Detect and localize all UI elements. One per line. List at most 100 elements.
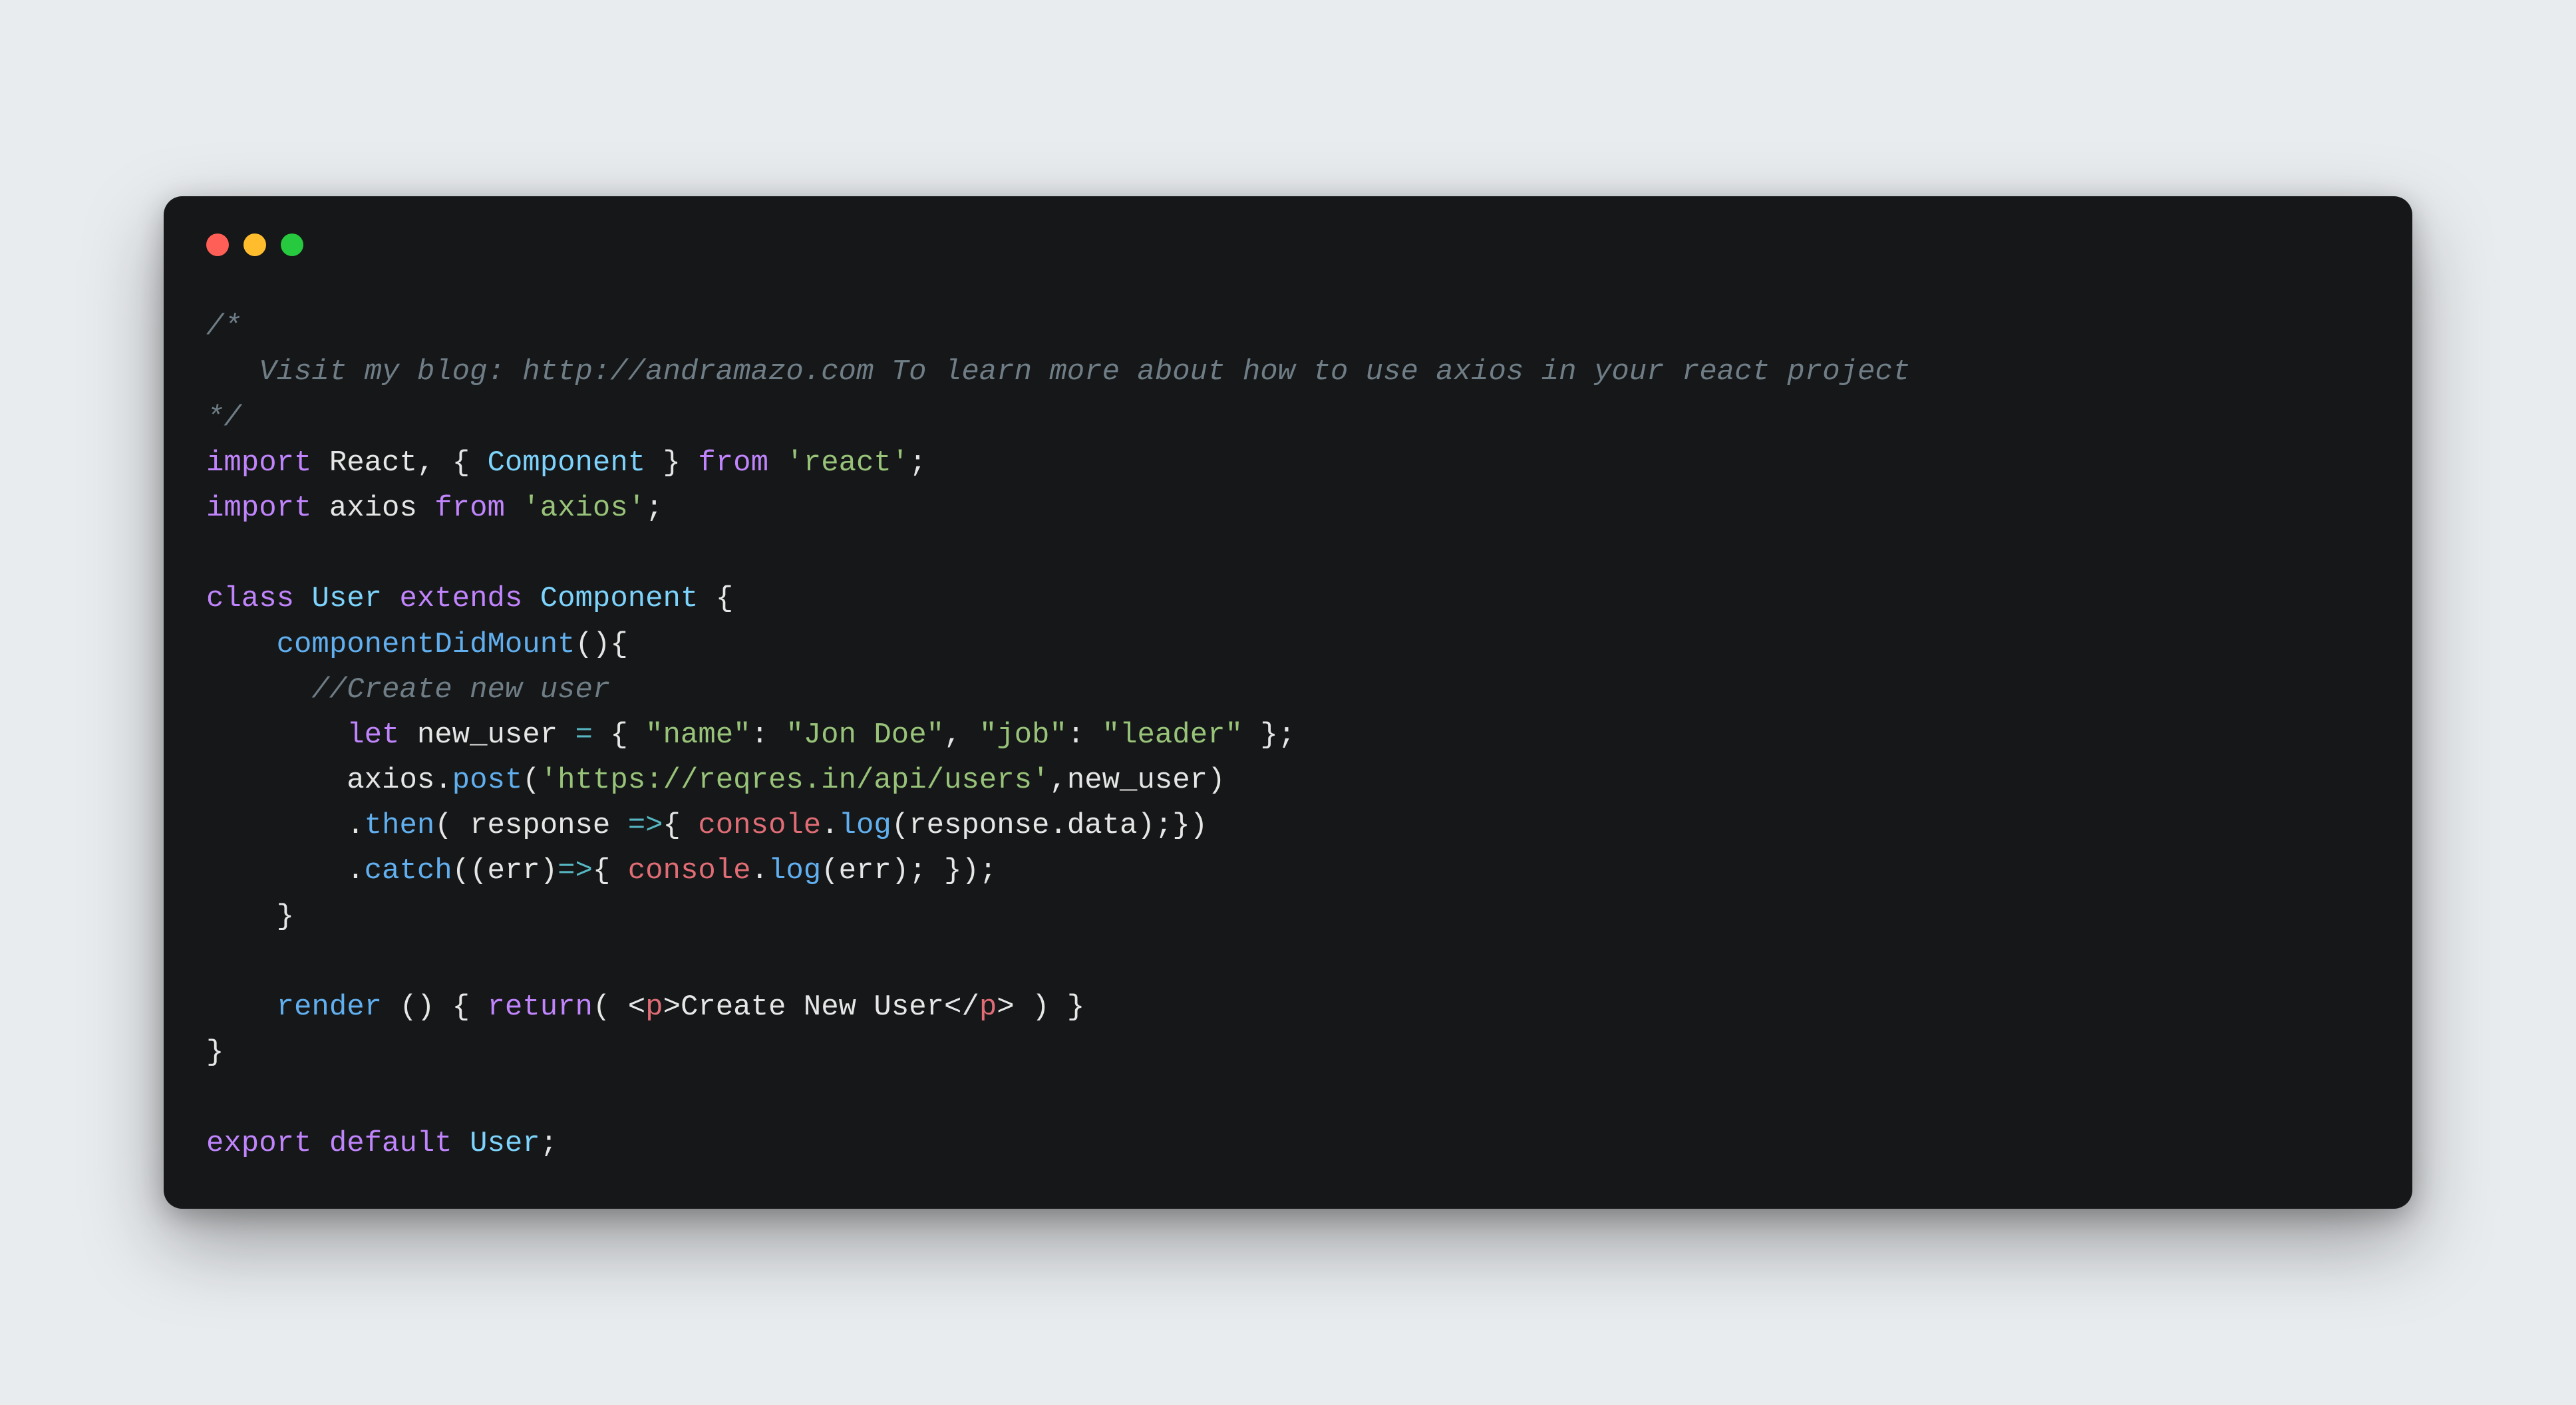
ident-data: data [1067,809,1138,842]
punct-dot: . [821,809,838,842]
kw-import: import [206,446,311,480]
punct-paren-open: ( [522,764,540,797]
kw-extends: extends [399,582,522,615]
str-axios: 'axios' [522,492,645,525]
punct-semi: ; [909,446,926,480]
op-eq: = [575,718,593,752]
punct-semi: ; [1155,809,1172,842]
punct-parens: () [575,628,611,661]
maximize-icon[interactable] [281,234,303,256]
punct-dot: . [751,854,768,887]
punct-parens: () [382,991,434,1024]
punct-brace-open: { [593,854,610,887]
window-traffic-lights [206,234,2370,256]
comment-inline: //Create new user [311,673,610,706]
jsx-open-l: < [610,991,645,1024]
punct-paren-close: ) [961,854,979,887]
str-job-key: "job" [979,718,1067,752]
punct-comma: , [944,718,961,752]
ident-err: err [487,854,540,887]
punct-brace-open: { [663,809,681,842]
punct-brace-close: } [277,900,294,933]
comment-close: */ [206,401,242,434]
punct-brace-open: { [610,628,627,661]
ident-newuser: new_user [417,718,558,752]
ident-console: console [628,854,751,887]
op-arrow: => [558,854,593,887]
jsx-open-r: > [663,991,681,1024]
punct-brace-close: } [663,446,681,480]
punct-colon: : [751,718,768,752]
kw-class: class [206,582,294,615]
str-name-key: "name" [645,718,750,752]
close-icon[interactable] [206,234,229,256]
punct-brace-close: } [1049,991,1084,1024]
punct-paren-close: ) [1015,991,1050,1024]
fn-post: post [452,764,523,797]
comment-body: Visit my blog: http://andramazo.com To l… [206,355,1910,389]
fn-log: log [839,809,891,842]
punct-semi: ; [979,854,997,887]
fn-render: render [277,991,382,1024]
punct-brace-close: } [927,854,962,887]
punct-paren-close: ) [1208,764,1225,797]
kw-let: let [347,718,399,752]
punct-paren-open: (( [452,854,488,887]
punct-paren-open: ( [821,854,838,887]
fn-catch: catch [365,854,452,887]
ident-err: err [839,854,891,887]
type-user: User [470,1127,540,1160]
str-job-val: "leader" [1102,718,1243,752]
code-window: /* Visit my blog: http://andramazo.com T… [164,196,2412,1209]
op-arrow: => [610,809,663,842]
kw-from: from [434,492,505,525]
punct-paren-open: ( [891,809,909,842]
fn-cdm: componentDidMount [277,628,575,661]
comment-open: /* [206,310,242,343]
punct-semi: ; [1278,718,1295,752]
ident-response: response [909,809,1049,842]
ident-axios: axios [329,492,417,525]
punct-brace-open: { [716,582,733,615]
punct-dot: . [347,809,364,842]
punct-comma: , [417,446,434,480]
punct-colon: : [1067,718,1084,752]
punct-brace-close: } [1260,718,1277,752]
punct-paren-close: ) [891,854,909,887]
punct-paren-open: ( [434,809,452,842]
str-react: 'react' [786,446,909,480]
ident-newuser: new_user [1067,764,1208,797]
punct-paren-open: ( [593,991,610,1024]
punct-semi: ; [645,492,663,525]
ident-response: response [470,809,610,842]
code-block: /* Visit my blog: http://andramazo.com T… [206,304,2370,1166]
punct-brace-open: { [434,991,470,1024]
minimize-icon[interactable] [243,234,266,256]
kw-export: export [206,1127,311,1160]
ident-axios: axios [347,764,434,797]
punct-semi: ; [540,1127,558,1160]
punct-paren-close: ) [1190,809,1208,842]
type-user: User [311,582,382,615]
punct-brace-open: { [452,446,470,480]
punct-brace-close: } [1172,809,1190,842]
jsx-text: Create New User [681,991,944,1024]
fn-log: log [768,854,821,887]
ident-react: React [329,446,417,480]
jsx-close-l: </ [944,991,979,1024]
punct-dot: . [1049,809,1066,842]
punct-semi: ; [909,854,926,887]
jsx-tag-p: p [645,991,663,1024]
kw-from: from [698,446,768,480]
str-name-val: "Jon Doe" [786,718,944,752]
kw-return: return [488,991,593,1024]
punct-dot: . [434,764,452,797]
ident-console: console [698,809,821,842]
punct-dot: . [347,854,364,887]
type-component: Component [488,446,646,480]
jsx-tag-p: p [979,991,997,1024]
str-url: 'https://reqres.in/api/users' [540,764,1050,797]
punct-paren-mid: ) [540,854,558,887]
punct-brace-close: } [206,1036,224,1069]
punct-comma: , [1049,764,1066,797]
